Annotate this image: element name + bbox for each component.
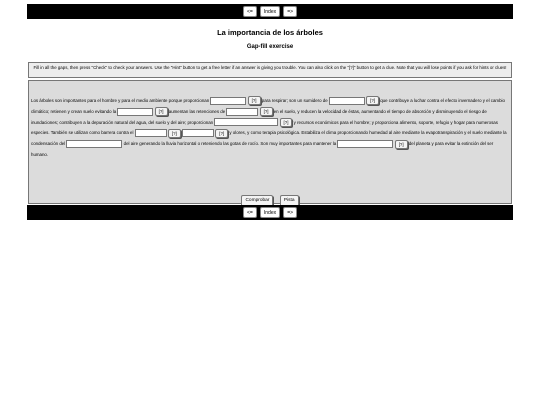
next-button[interactable]: => [283, 207, 298, 218]
gap-input-5[interactable] [214, 118, 279, 127]
gap-input-4[interactable] [226, 107, 259, 116]
gap-input-2[interactable] [328, 96, 365, 105]
clue-button-8[interactable]: [?] [394, 139, 408, 149]
gap-input-6[interactable] [134, 129, 167, 138]
bottom-navbar: <= Index => [27, 205, 513, 220]
prev-button[interactable]: <= [242, 207, 257, 218]
gap-input-1[interactable] [210, 96, 247, 105]
index-button[interactable]: Index [259, 207, 281, 218]
gap-input-9[interactable] [337, 140, 394, 149]
page-subtitle: Gap-fill exercise [246, 44, 294, 50]
passage-text: para respirar; son un sumidero de [261, 98, 329, 103]
clue-button-3[interactable]: [?] [154, 107, 168, 117]
gap-fill-passage: Los árboles son importantes para el homb… [31, 96, 509, 161]
clue-button-7[interactable]: [?] [215, 128, 229, 138]
top-navbar: <= Index => [27, 4, 513, 19]
next-button[interactable]: => [283, 6, 298, 17]
exercise-panel: Los árboles son importantes para el homb… [28, 80, 512, 207]
gap-input-3[interactable] [117, 107, 154, 116]
instructions-box: Fill in all the gaps, then press "Check"… [28, 62, 512, 78]
gap-input-7[interactable] [182, 129, 214, 138]
passage-text: aumentan las retenciones de [168, 108, 227, 114]
gap-input-8[interactable] [66, 140, 123, 149]
index-button[interactable]: Index [259, 6, 281, 17]
passage-text: Los árboles son importantes para el homb… [31, 98, 211, 103]
passage-text: del aire generando la lluvia horizontal … [123, 141, 338, 147]
clue-button-2[interactable]: [?] [366, 96, 379, 106]
prev-button[interactable]: <= [242, 6, 257, 17]
page-title: La importancia de los árboles [217, 28, 323, 37]
clue-button-6[interactable]: [?] [167, 128, 181, 138]
clue-button-1[interactable]: [?] [247, 96, 261, 106]
clue-button-5[interactable]: [?] [279, 117, 293, 127]
clue-button-4[interactable]: [?] [259, 107, 273, 117]
